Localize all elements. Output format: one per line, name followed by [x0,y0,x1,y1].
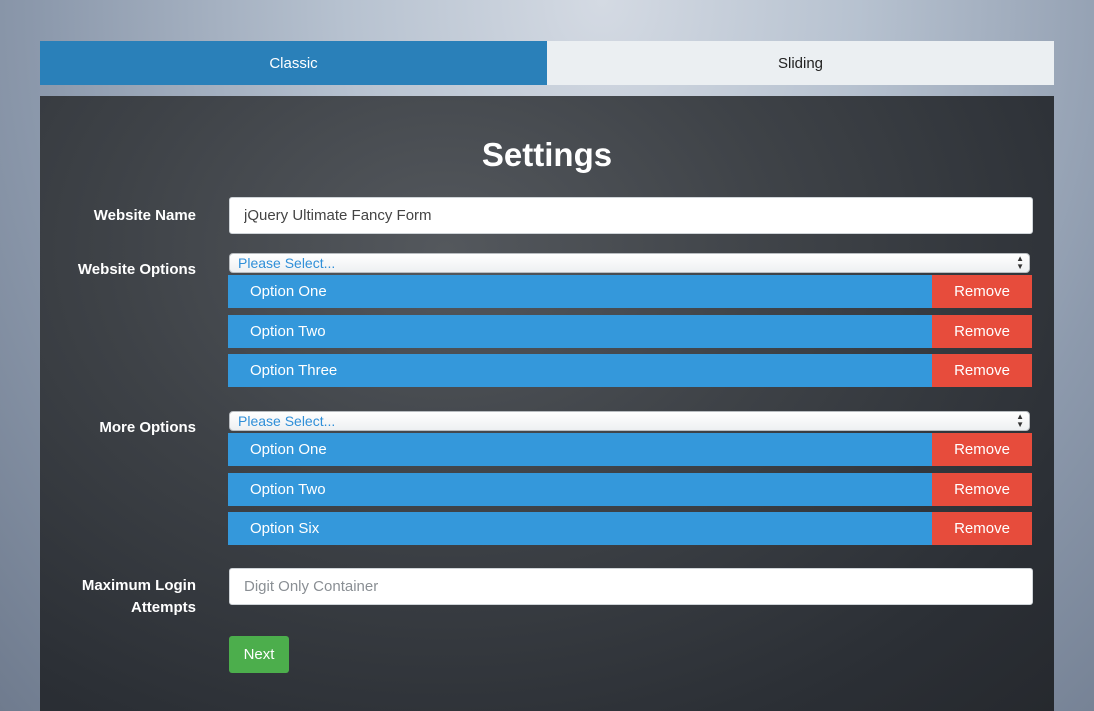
remove-button[interactable]: Remove [932,473,1032,506]
max-login-input[interactable] [229,568,1033,605]
website-name-input[interactable] [229,197,1033,234]
list-item: Option Two Remove [228,473,1032,506]
max-login-label-line2: Attempts [130,599,196,616]
list-item: Option Three Remove [228,354,1032,387]
website-options-select-value: Please Select... [238,255,336,271]
settings-panel: Settings Website Name Website Options Pl… [40,96,1054,711]
page-title: Settings [481,136,613,173]
select-arrows-icon: ▲ ▼ [1016,254,1024,271]
remove-button[interactable]: Remove [932,512,1032,545]
remove-button[interactable]: Remove [932,315,1032,348]
select-arrows-icon: ▲ ▼ [1016,412,1024,429]
option-label: Option Two [228,473,932,506]
option-label: Option Three [228,354,932,387]
next-button[interactable]: Next [229,636,289,673]
list-item: Option Two Remove [228,315,1032,348]
list-item: Option Six Remove [228,512,1032,545]
max-login-label: Maximum Login Attempts [82,575,196,619]
remove-button[interactable]: Remove [932,275,1032,308]
more-options-label: More Options [99,419,196,436]
website-options-select[interactable]: Please Select... ▲ ▼ [229,253,1030,273]
tab-classic[interactable]: Classic [40,41,547,85]
option-label: Option Two [228,315,932,348]
more-options-select[interactable]: Please Select... ▲ ▼ [229,411,1030,431]
remove-button[interactable]: Remove [932,433,1032,466]
website-options-label: Website Options [77,261,196,278]
tab-sliding[interactable]: Sliding [547,41,1054,85]
tab-bar: Classic Sliding [40,41,1054,85]
remove-button[interactable]: Remove [932,354,1032,387]
max-login-label-line1: Maximum Login [81,577,196,594]
website-name-label: Website Name [93,207,196,224]
option-label: Option One [228,433,932,466]
option-label: Option One [228,275,932,308]
more-options-select-value: Please Select... [238,413,336,429]
list-item: Option One Remove [228,433,1032,466]
option-label: Option Six [228,512,932,545]
list-item: Option One Remove [228,275,1032,308]
